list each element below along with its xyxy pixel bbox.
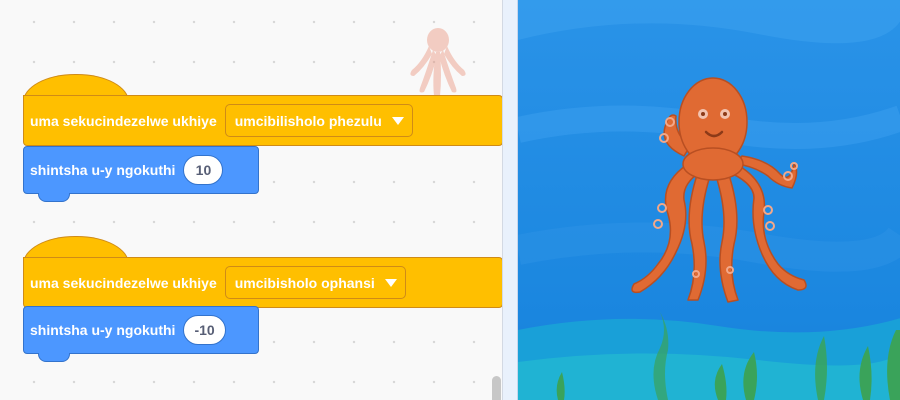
hat-block-seam [24,274,128,277]
key-dropdown-value: umcibisholo ophansi [234,274,375,291]
key-dropdown[interactable]: umcibisholo ophansi [224,266,406,299]
octopus-icon [410,28,466,96]
change-y-value-input[interactable]: 10 [183,155,224,185]
key-dropdown[interactable]: umcibilisholo phezulu [224,104,413,137]
change-y-block[interactable]: shintsha u-y ngokuthi -10 [23,306,259,354]
change-y-block[interactable]: shintsha u-y ngokuthi 10 [23,146,259,194]
stage[interactable] [517,0,900,400]
block-notch [38,193,70,202]
code-workspace[interactable]: uma sekucindezelwe ukhiye umcibilisholo … [0,0,503,400]
when-key-pressed-block[interactable]: uma sekucindezelwe ukhiye umcibilisholo … [23,95,502,146]
change-y-value-input[interactable]: -10 [183,315,226,345]
workspace-scrollbar[interactable] [492,376,501,400]
chevron-down-icon [384,278,397,287]
octopus-icon[interactable] [618,64,808,314]
when-key-pressed-block[interactable]: uma sekucindezelwe ukhiye umcibisholo op… [23,257,502,308]
hat-block-seam [24,112,128,115]
block-notch [38,353,70,362]
key-dropdown-value: umcibilisholo phezulu [234,112,382,129]
motion-block-label: shintsha u-y ngokuthi [30,322,176,338]
panel-divider [503,0,517,400]
motion-block-label: shintsha u-y ngokuthi [30,162,176,178]
chevron-down-icon [391,116,404,125]
